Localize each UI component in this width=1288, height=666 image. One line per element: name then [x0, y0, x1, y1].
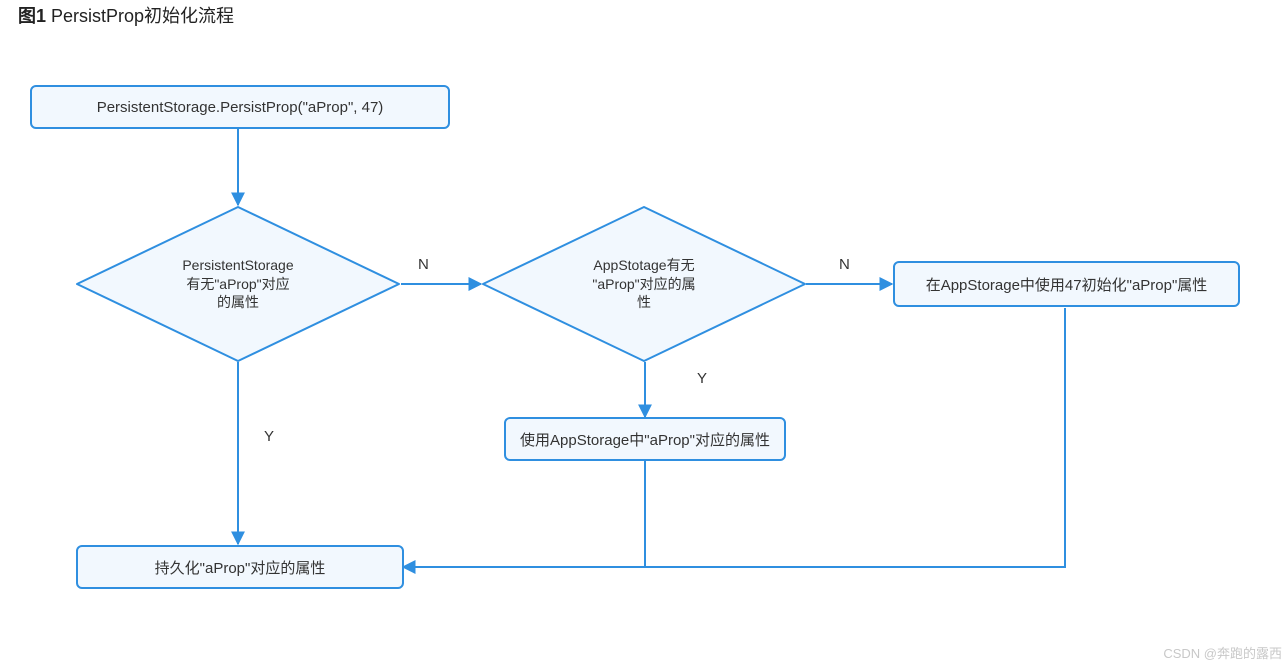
- node-persist: 持久化"aProp"对应的属性: [76, 545, 404, 589]
- node-use-appstorage: 使用AppStorage中"aProp"对应的属性: [504, 417, 786, 461]
- edge-label-yes-2: Y: [697, 370, 707, 387]
- watermark: CSDN @奔跑的露西: [1163, 643, 1282, 662]
- node-init-appstorage: 在AppStorage中使用47初始化"aProp"属性: [893, 261, 1240, 307]
- node-decision-persistent-text: PersistentStorage 有无"aProp"对应 的属性: [75, 205, 401, 363]
- node-decision-persistent: PersistentStorage 有无"aProp"对应 的属性: [75, 205, 401, 363]
- node-persist-text: 持久化"aProp"对应的属性: [155, 557, 326, 578]
- edge-label-no-2: N: [839, 256, 850, 273]
- node-start-text: PersistentStorage.PersistProp("aProp", 4…: [97, 99, 384, 116]
- node-use-appstorage-text: 使用AppStorage中"aProp"对应的属性: [520, 429, 770, 450]
- node-decision-appstorage: AppStotage有无 "aProp"对应的属 性: [481, 205, 807, 363]
- edge-label-yes-1: Y: [264, 428, 274, 445]
- node-start: PersistentStorage.PersistProp("aProp", 4…: [30, 85, 450, 129]
- edge-label-no-1: N: [418, 256, 429, 273]
- node-decision-appstorage-text: AppStotage有无 "aProp"对应的属 性: [481, 205, 807, 363]
- flowchart: PersistentStorage.PersistProp("aProp", 4…: [0, 0, 1288, 666]
- node-init-appstorage-text: 在AppStorage中使用47初始化"aProp"属性: [926, 274, 1208, 295]
